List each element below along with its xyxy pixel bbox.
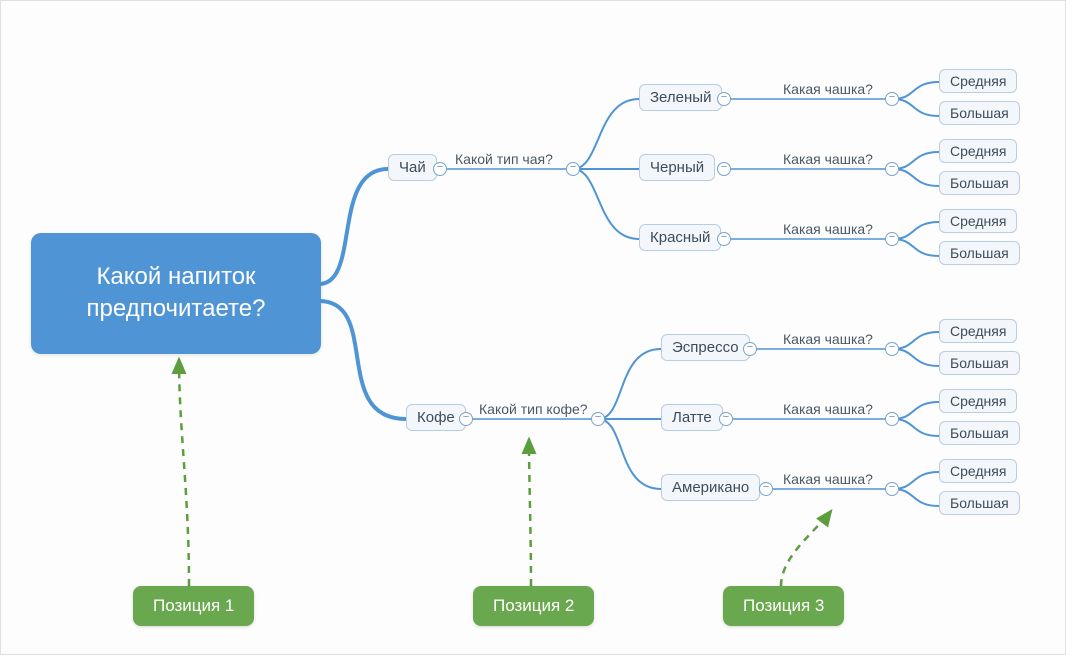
leaf-label: Большая	[950, 245, 1009, 261]
leaf-medium[interactable]: Средняя	[939, 389, 1017, 413]
node-coffee[interactable]: Кофе	[406, 404, 466, 431]
node-tea[interactable]: Чай	[388, 154, 437, 181]
edge-label-tea-type: Какой тип чая?	[455, 151, 553, 167]
collapse-icon[interactable]	[759, 482, 773, 496]
node-latte-label: Латте	[672, 409, 712, 426]
leaf-medium[interactable]: Средняя	[939, 459, 1017, 483]
edge-label-cup: Какая чашка?	[783, 221, 873, 237]
leaf-large[interactable]: Большая	[939, 491, 1020, 515]
node-tea-label: Чай	[399, 159, 426, 176]
collapse-icon[interactable]	[885, 482, 899, 496]
collapse-icon[interactable]	[885, 232, 899, 246]
collapse-icon[interactable]	[885, 162, 899, 176]
leaf-medium[interactable]: Средняя	[939, 69, 1017, 93]
leaf-label: Большая	[950, 355, 1009, 371]
edge-label-coffee-type: Какой тип кофе?	[479, 401, 588, 417]
collapse-icon[interactable]	[885, 92, 899, 106]
node-coffee-label: Кофе	[417, 409, 455, 426]
edge-label-cup: Какая чашка?	[783, 81, 873, 97]
leaf-large[interactable]: Большая	[939, 351, 1020, 375]
node-latte[interactable]: Латте	[661, 404, 723, 431]
leaf-label: Средняя	[950, 393, 1006, 409]
edge-label-cup: Какая чашка?	[783, 471, 873, 487]
leaf-large[interactable]: Большая	[939, 241, 1020, 265]
edge-label-cup: Какая чашка?	[783, 401, 873, 417]
leaf-label: Большая	[950, 425, 1009, 441]
node-espresso-label: Эспрессо	[672, 339, 739, 356]
node-green-label: Зеленый	[650, 89, 711, 106]
collapse-icon[interactable]	[566, 162, 580, 176]
collapse-icon[interactable]	[717, 92, 731, 106]
collapse-icon[interactable]	[719, 412, 733, 426]
collapse-icon[interactable]	[433, 162, 447, 176]
leaf-label: Средняя	[950, 213, 1006, 229]
diagram-canvas: Какой напиток предпочитаете? Чай Какой т…	[0, 0, 1066, 655]
node-black[interactable]: Черный	[639, 154, 715, 181]
root-label: Какой напиток предпочитаете?	[87, 263, 266, 322]
leaf-medium[interactable]: Средняя	[939, 319, 1017, 343]
root-node[interactable]: Какой напиток предпочитаете?	[31, 233, 321, 354]
leaf-large[interactable]: Большая	[939, 101, 1020, 125]
node-espresso[interactable]: Эспрессо	[661, 334, 750, 361]
node-black-label: Черный	[650, 159, 704, 176]
leaf-large[interactable]: Большая	[939, 171, 1020, 195]
position-label: Позиция 3	[743, 596, 824, 615]
node-green[interactable]: Зеленый	[639, 84, 722, 111]
leaf-label: Средняя	[950, 73, 1006, 89]
collapse-icon[interactable]	[717, 232, 731, 246]
node-red[interactable]: Красный	[639, 224, 721, 251]
leaf-medium[interactable]: Средняя	[939, 139, 1017, 163]
position-badge-3: Позиция 3	[723, 586, 844, 626]
node-red-label: Красный	[650, 229, 710, 246]
collapse-icon[interactable]	[885, 412, 899, 426]
position-label: Позиция 1	[153, 596, 234, 615]
position-badge-2: Позиция 2	[473, 586, 594, 626]
leaf-label: Средняя	[950, 143, 1006, 159]
leaf-label: Большая	[950, 175, 1009, 191]
leaf-label: Средняя	[950, 463, 1006, 479]
collapse-icon[interactable]	[717, 162, 731, 176]
edge-label-cup: Какая чашка?	[783, 151, 873, 167]
edge-label-cup: Какая чашка?	[783, 331, 873, 347]
leaf-label: Средняя	[950, 323, 1006, 339]
node-americano[interactable]: Американо	[661, 474, 760, 501]
leaf-medium[interactable]: Средняя	[939, 209, 1017, 233]
leaf-large[interactable]: Большая	[939, 421, 1020, 445]
collapse-icon[interactable]	[885, 342, 899, 356]
collapse-icon[interactable]	[591, 412, 605, 426]
position-badge-1: Позиция 1	[133, 586, 254, 626]
position-label: Позиция 2	[493, 596, 574, 615]
node-americano-label: Американо	[672, 479, 749, 496]
collapse-icon[interactable]	[459, 412, 473, 426]
leaf-label: Большая	[950, 495, 1009, 511]
collapse-icon[interactable]	[743, 342, 757, 356]
leaf-label: Большая	[950, 105, 1009, 121]
